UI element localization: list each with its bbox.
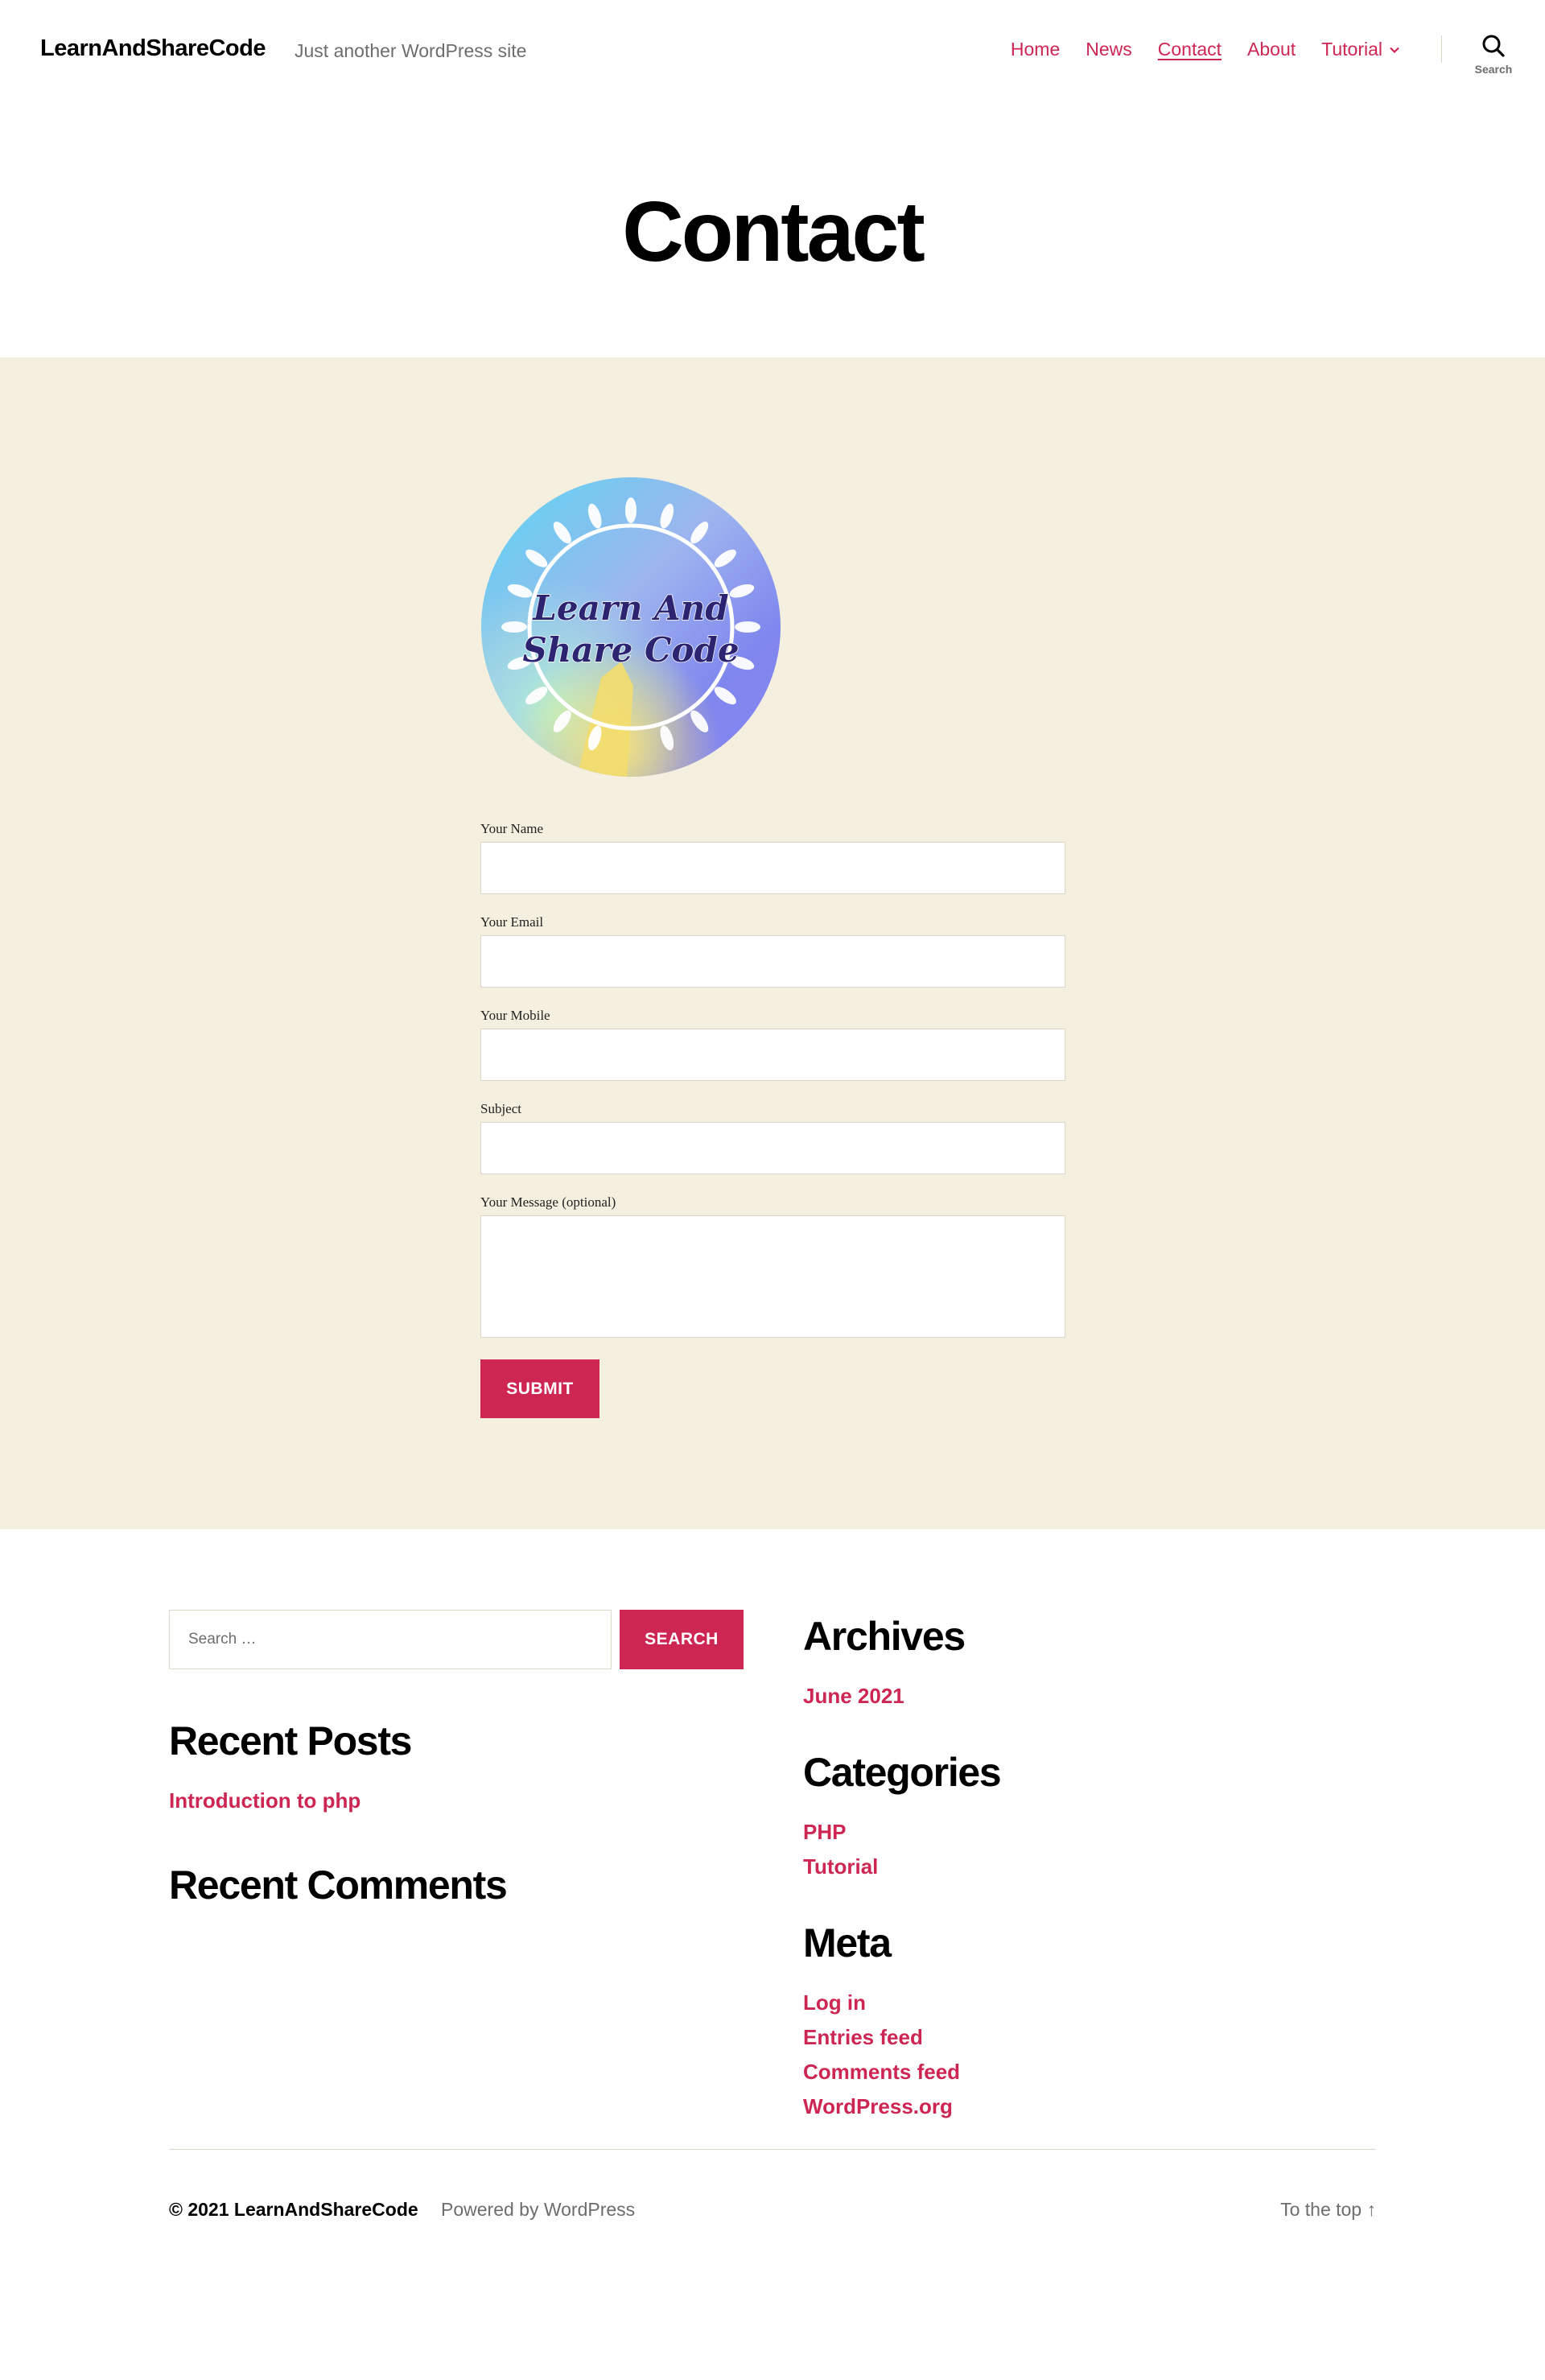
nav-divider [1441, 35, 1442, 63]
subject-field-label: Subject [480, 1101, 521, 1116]
recent-comments-title: Recent Comments [169, 1862, 508, 1908]
logo-text-line1: Learn And [532, 588, 728, 628]
recent-post-link[interactable]: Introduction to php [169, 1784, 744, 1818]
primary-nav: Home News Contact About Tutorial [1011, 39, 1400, 60]
meta-link-entries-feed[interactable]: Entries feed [803, 2020, 1378, 2055]
widget-search-form: SEARCH [169, 1610, 744, 1669]
meta-title: Meta [803, 1920, 892, 1965]
widgets-column-right: Archives June 2021 Categories PHP Tutori… [803, 1610, 1378, 2124]
nav-item-home[interactable]: Home [1011, 39, 1060, 60]
site-title-link[interactable]: LearnAndShareCode [40, 35, 266, 62]
categories-title: Categories [803, 1750, 1002, 1795]
nav-item-news[interactable]: News [1086, 39, 1132, 60]
meta-list: Log in Entries feed Comments feed WordPr… [803, 1986, 1378, 2124]
message-field-label: Your Message (optional) [480, 1194, 616, 1210]
meta-link-comments-feed[interactable]: Comments feed [803, 2055, 1378, 2089]
site-footer: © 2021 LearnAndShareCode Powered by Word… [0, 2149, 1545, 2270]
subject-field[interactable] [480, 1122, 1065, 1174]
site-header: LearnAndShareCode Just another WordPress… [0, 0, 1545, 105]
search-toggle-button[interactable]: Search [1465, 34, 1522, 76]
powered-by-link[interactable]: Powered by WordPress [441, 2199, 635, 2221]
search-icon [1482, 35, 1505, 57]
recent-posts-title: Recent Posts [169, 1718, 412, 1763]
site-tagline: Just another WordPress site [295, 40, 527, 61]
email-field[interactable] [480, 935, 1065, 988]
nav-item-about[interactable]: About [1247, 39, 1296, 60]
search-toggle-label: Search [1474, 63, 1513, 76]
widget-search-button[interactable]: SEARCH [620, 1610, 744, 1669]
meta-link-log-in[interactable]: Log in [803, 1986, 1378, 2020]
logo-text-line2: Share Code [522, 630, 739, 670]
message-field-group: Your Message (optional) [480, 1194, 1065, 1338]
nav-item-tutorial[interactable]: Tutorial [1321, 39, 1400, 60]
name-field[interactable] [480, 842, 1065, 894]
archives-title: Archives [803, 1614, 966, 1659]
mobile-field-label: Your Mobile [480, 1008, 550, 1023]
nav-item-tutorial-label: Tutorial [1321, 39, 1382, 60]
nav-item-contact[interactable]: Contact [1158, 39, 1222, 60]
message-field[interactable] [480, 1215, 1065, 1338]
submit-button[interactable]: SUBMIT [480, 1359, 599, 1418]
category-link-tutorial[interactable]: Tutorial [803, 1850, 1378, 1884]
page-title: Contact [622, 184, 925, 279]
name-field-group: Your Name [480, 821, 1065, 894]
archive-link-june-2021[interactable]: June 2021 [803, 1679, 1378, 1714]
footer-copyright[interactable]: © 2021 LearnAndShareCode [169, 2199, 418, 2221]
category-link-php[interactable]: PHP [803, 1815, 1378, 1850]
footer-widgets: SEARCH Recent Posts Introduction to php … [0, 1529, 1545, 2149]
page-content: Learn And Share Code Your Name Your Emai… [0, 357, 1545, 1529]
mobile-field[interactable] [480, 1029, 1065, 1081]
meta-link-wordpress-org[interactable]: WordPress.org [803, 2089, 1378, 2124]
site-logo-image: Learn And Share Code [480, 476, 781, 778]
footer-divider [169, 2149, 1376, 2150]
page-header: Contact [0, 105, 1545, 357]
contact-form: Your Name Your Email Your Mobile Subject… [480, 821, 1065, 1418]
email-field-label: Your Email [480, 914, 544, 930]
widgets-column-left: SEARCH Recent Posts Introduction to php … [169, 1610, 744, 1905]
email-field-group: Your Email [480, 914, 1065, 988]
learn-and-share-code-logo: Learn And Share Code [481, 477, 781, 777]
widget-search-input[interactable] [169, 1610, 612, 1669]
to-the-top-link[interactable]: To the top ↑ [1280, 2199, 1376, 2221]
categories-list: PHP Tutorial [803, 1815, 1378, 1884]
chevron-down-icon[interactable] [1389, 44, 1400, 56]
subject-field-group: Subject [480, 1101, 1065, 1174]
mobile-field-group: Your Mobile [480, 1008, 1065, 1081]
name-field-label: Your Name [480, 821, 544, 836]
